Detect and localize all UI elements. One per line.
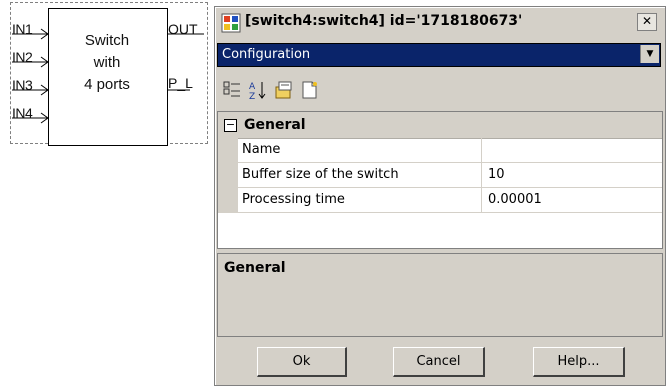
collapse-icon[interactable]: −: [224, 119, 237, 132]
close-icon: ✕: [641, 14, 653, 28]
property-row-processing-time[interactable]: Processing time 0.00001: [238, 188, 662, 213]
property-value-field[interactable]: 0.00001: [484, 188, 660, 212]
property-value-field[interactable]: [484, 138, 660, 162]
category-general[interactable]: − General: [218, 112, 662, 139]
chevron-down-icon[interactable]: ▼: [640, 45, 659, 63]
object-selector-dropdown[interactable]: Configuration ▼: [217, 43, 661, 67]
switch-label-line: with: [93, 54, 121, 71]
property-grid: − General Name Buffer size of the switch…: [217, 111, 663, 249]
property-row-buffer-size[interactable]: Buffer size of the switch 10: [238, 163, 662, 188]
property-name: Buffer size of the switch: [238, 163, 482, 187]
property-row-name[interactable]: Name: [238, 138, 662, 163]
app-icon: [221, 13, 241, 33]
category-label: General: [244, 117, 306, 133]
cancel-button[interactable]: Cancel: [393, 347, 485, 377]
output-port-out: OUT: [168, 21, 198, 37]
input-port-in4: IN4: [12, 105, 33, 121]
dialog-titlebar[interactable]: [switch4:switch4] id='1718180673' ✕: [217, 9, 663, 37]
input-port-in3: IN3: [12, 77, 33, 93]
switch-label-line: Switch: [84, 32, 130, 49]
description-panel: General: [217, 253, 663, 337]
alphabetical-icon[interactable]: A Z: [247, 79, 269, 101]
ok-button[interactable]: Ok: [257, 347, 347, 377]
dialog-title: [switch4:switch4] id='1718180673': [245, 13, 523, 29]
help-button[interactable]: Help...: [533, 347, 625, 377]
switch-block-label: Switch with 4 ports: [48, 30, 166, 96]
output-port-pl: P_L: [168, 75, 193, 91]
grid-gutter: [218, 138, 238, 213]
categorized-icon[interactable]: [221, 79, 243, 101]
object-selector-value: Configuration: [222, 47, 311, 62]
svg-text:Z: Z: [249, 92, 255, 101]
property-name: Processing time: [238, 188, 482, 212]
input-port-in2: IN2: [12, 49, 33, 65]
input-port-in1: IN1: [12, 21, 33, 37]
description-title: General: [224, 260, 286, 276]
svg-text:A: A: [249, 82, 256, 92]
property-pages-icon[interactable]: [273, 79, 295, 101]
property-value-field[interactable]: 10: [484, 163, 660, 187]
switch-label-line: 4 ports: [84, 76, 130, 93]
properties-dialog: [switch4:switch4] id='1718180673' ✕ Conf…: [214, 6, 666, 386]
switch-block-diagram: Switch with 4 ports IN1 IN2 IN3 IN4 OUT …: [8, 0, 208, 160]
property-name: Name: [238, 138, 482, 162]
new-page-icon[interactable]: [299, 79, 321, 101]
property-toolbar: A Z: [221, 77, 421, 103]
close-button[interactable]: ✕: [637, 13, 657, 31]
